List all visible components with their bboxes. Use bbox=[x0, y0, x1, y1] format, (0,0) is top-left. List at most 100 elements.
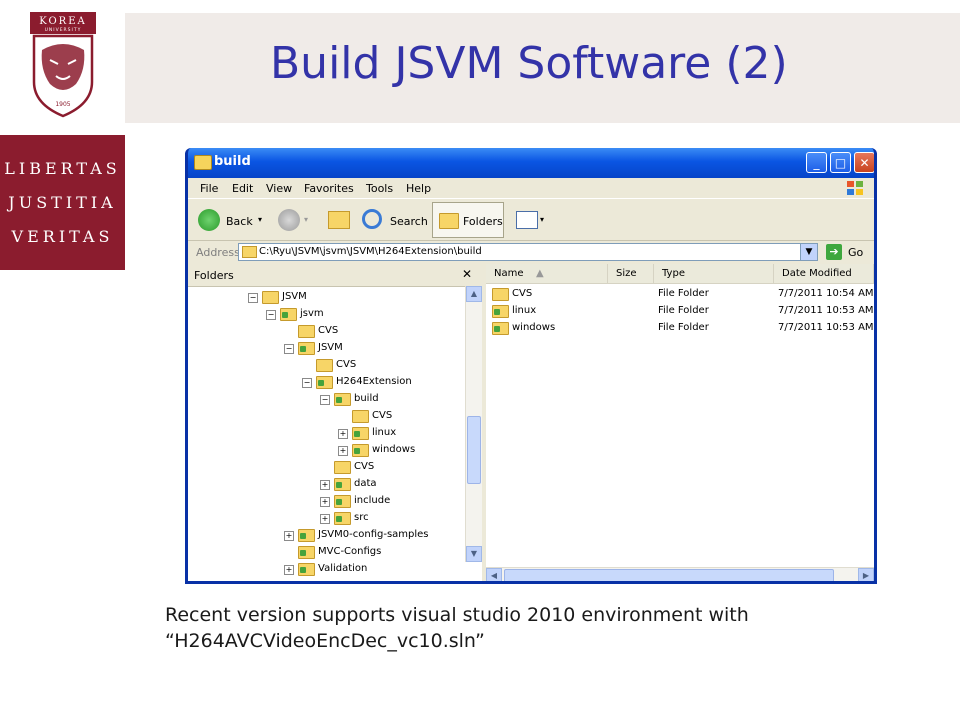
collapse-icon[interactable]: − bbox=[248, 293, 258, 303]
tree-item[interactable]: − H264Extension bbox=[302, 375, 470, 391]
folder-icon bbox=[262, 291, 279, 304]
expand-icon[interactable]: + bbox=[284, 565, 294, 575]
caption-line: “H264AVCVideoEncDec_vc10.sln” bbox=[165, 630, 485, 652]
file-name: windows bbox=[512, 322, 556, 333]
slide-caption: Recent version supports visual studio 20… bbox=[165, 602, 905, 654]
address-input[interactable]: C:\Ryu\JSVM\jsvm\JSVM\H264Extension\buil… bbox=[238, 243, 818, 261]
maximize-button[interactable]: □ bbox=[830, 152, 851, 173]
tree-item[interactable]: + data bbox=[320, 477, 470, 493]
tree-item[interactable]: − JSVM bbox=[248, 290, 448, 306]
svg-text:1905: 1905 bbox=[55, 101, 70, 108]
title-bar[interactable]: build _ □ ✕ bbox=[188, 148, 874, 178]
folders-button[interactable]: Folders bbox=[432, 202, 504, 238]
folder-icon bbox=[298, 563, 315, 576]
go-arrow-icon[interactable]: ➔ bbox=[826, 244, 842, 260]
folder-icon bbox=[352, 427, 369, 440]
dropdown-arrow-icon: ▾ bbox=[540, 215, 545, 224]
folder-icon bbox=[298, 529, 315, 542]
tree-item[interactable]: CVS bbox=[284, 324, 470, 340]
scroll-right-button[interactable]: ▶ bbox=[858, 568, 874, 581]
column-header-size[interactable]: Size bbox=[608, 264, 654, 284]
menu-edit[interactable]: Edit bbox=[232, 182, 253, 195]
tree-item-label: H264Extension bbox=[336, 376, 412, 387]
menu-favorites[interactable]: Favorites bbox=[304, 182, 354, 195]
tree-item[interactable]: MVC-Configs bbox=[284, 545, 470, 561]
collapse-icon[interactable]: − bbox=[302, 378, 312, 388]
tree-item[interactable]: CVS bbox=[338, 409, 470, 425]
tree-item-label: windows bbox=[372, 444, 416, 455]
folder-icon bbox=[492, 322, 509, 335]
expand-icon[interactable]: + bbox=[320, 514, 330, 524]
address-label: Address bbox=[196, 246, 240, 259]
close-pane-icon[interactable]: ✕ bbox=[462, 267, 472, 281]
scroll-thumb[interactable] bbox=[504, 569, 834, 581]
tree-item-label: CVS bbox=[354, 461, 375, 472]
list-item[interactable]: linux File Folder 7/7/2011 10:53 AM bbox=[486, 303, 874, 320]
tree-item[interactable]: − jsvm bbox=[266, 307, 466, 323]
expand-icon[interactable]: + bbox=[284, 531, 294, 541]
folder-icon bbox=[334, 478, 351, 491]
folder-icon bbox=[334, 495, 351, 508]
tree-vertical-scrollbar[interactable]: ▲ ▼ bbox=[465, 286, 482, 562]
column-header-name[interactable]: Name ▲ bbox=[486, 264, 608, 284]
motto-line: VERITAS bbox=[11, 227, 114, 246]
search-button[interactable]: Search bbox=[360, 205, 430, 235]
tree-item[interactable]: CVS bbox=[320, 460, 470, 476]
tree-item[interactable]: − JSVM bbox=[284, 341, 470, 357]
tree-item[interactable]: + JSVM0-config-samples bbox=[284, 528, 470, 544]
menu-view[interactable]: View bbox=[266, 182, 292, 195]
file-type: File Folder bbox=[658, 288, 709, 299]
collapse-icon[interactable]: − bbox=[284, 344, 294, 354]
forward-button[interactable]: ▾ bbox=[278, 205, 314, 235]
tree-item-label: src bbox=[354, 512, 369, 523]
svg-text:KOREA: KOREA bbox=[39, 16, 86, 27]
back-label: Back bbox=[226, 215, 253, 228]
tree-item-label: include bbox=[354, 495, 391, 506]
minimize-button[interactable]: _ bbox=[806, 152, 827, 173]
views-button[interactable]: ▾ bbox=[514, 205, 550, 235]
address-dropdown-button[interactable]: ▼ bbox=[800, 244, 817, 260]
address-bar: Address C:\Ryu\JSVM\jsvm\JSVM\H264Extens… bbox=[188, 240, 874, 265]
tree-item-label: CVS bbox=[336, 359, 357, 370]
folder-icon bbox=[334, 512, 351, 525]
scroll-up-button[interactable]: ▲ bbox=[466, 286, 482, 302]
column-header-date-modified[interactable]: Date Modified bbox=[774, 264, 874, 284]
scroll-left-button[interactable]: ◀ bbox=[486, 568, 502, 581]
collapse-icon[interactable]: − bbox=[320, 395, 330, 405]
close-button[interactable]: ✕ bbox=[854, 152, 874, 173]
tree-item[interactable]: + include bbox=[320, 494, 470, 510]
tree-item[interactable]: + windows bbox=[338, 443, 470, 459]
explorer-window: build _ □ ✕ File Edit View Favorites Too… bbox=[185, 148, 877, 584]
back-button[interactable]: Back ▾ bbox=[198, 205, 268, 235]
list-item[interactable]: CVS File Folder 7/7/2011 10:54 AM bbox=[486, 286, 874, 303]
list-horizontal-scrollbar[interactable]: ◀ ▶ bbox=[486, 567, 874, 581]
tree-item[interactable]: + src bbox=[320, 511, 470, 527]
search-label: Search bbox=[390, 215, 428, 228]
column-header-type[interactable]: Type bbox=[654, 264, 774, 284]
up-folder-button[interactable] bbox=[326, 205, 352, 235]
list-item[interactable]: windows File Folder 7/7/2011 10:53 AM bbox=[486, 320, 874, 337]
tree-item[interactable]: + linux bbox=[338, 426, 470, 442]
go-button-label[interactable]: Go bbox=[848, 246, 863, 259]
address-value: C:\Ryu\JSVM\jsvm\JSVM\H264Extension\buil… bbox=[259, 246, 482, 257]
tree-item[interactable]: + Validation bbox=[284, 562, 470, 578]
collapse-icon[interactable]: − bbox=[266, 310, 276, 320]
menu-help[interactable]: Help bbox=[406, 182, 431, 195]
windows-logo-icon bbox=[847, 181, 863, 195]
folder-icon bbox=[492, 288, 509, 301]
tree-item[interactable]: CVS bbox=[302, 358, 470, 374]
scroll-down-button[interactable]: ▼ bbox=[466, 546, 482, 562]
expand-icon[interactable]: + bbox=[338, 429, 348, 439]
svg-text:UNIVERSITY: UNIVERSITY bbox=[45, 27, 82, 33]
scroll-thumb[interactable] bbox=[467, 416, 481, 484]
expand-icon[interactable]: + bbox=[320, 497, 330, 507]
menu-tools[interactable]: Tools bbox=[366, 182, 393, 195]
search-icon bbox=[362, 209, 382, 229]
tree-item[interactable]: − build bbox=[320, 392, 470, 408]
file-list-pane: Name ▲ Size Type Date Modified CVS File Fo… bbox=[486, 264, 874, 581]
expand-icon[interactable]: + bbox=[338, 446, 348, 456]
folders-label: Folders bbox=[463, 215, 503, 228]
expand-icon[interactable]: + bbox=[320, 480, 330, 490]
menu-file[interactable]: File bbox=[200, 182, 218, 195]
tree-item-label: MVC-Configs bbox=[318, 546, 382, 557]
